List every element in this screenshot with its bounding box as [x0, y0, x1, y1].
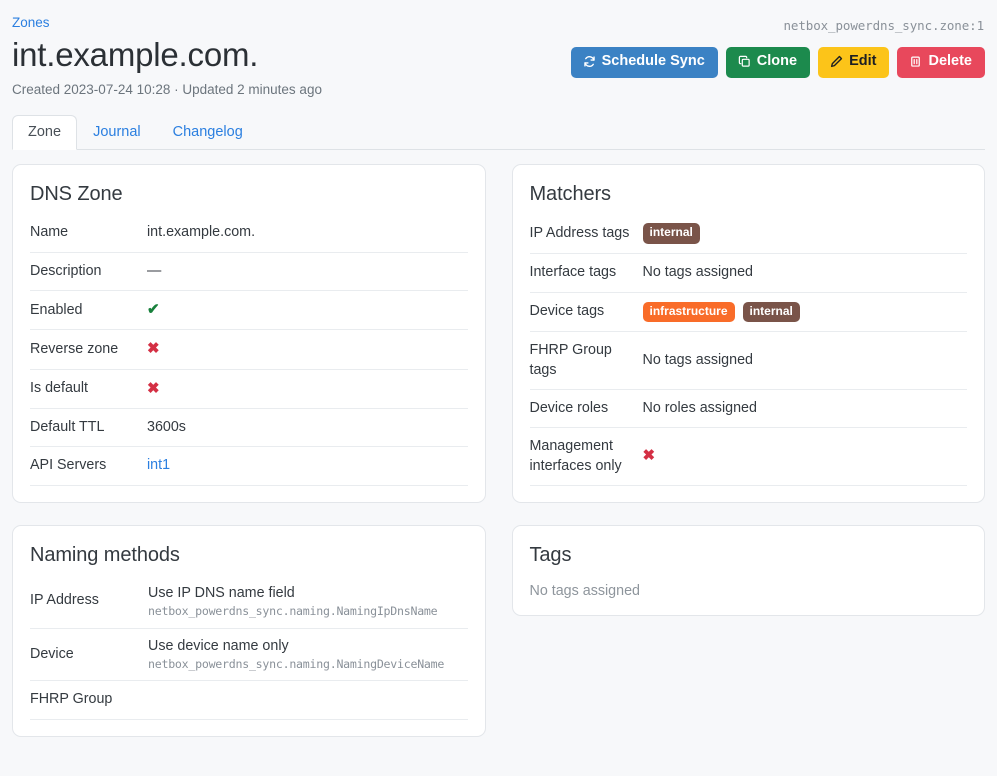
clone-button[interactable]: Clone — [725, 47, 811, 78]
row-value: infrastructure internal — [642, 292, 967, 333]
table-row: Management interfaces only ✖ — [529, 427, 967, 486]
table-row: Name int.example.com. — [30, 220, 468, 253]
row-value: Use IP DNS name field netbox_powerdns_sy… — [148, 580, 468, 629]
created-updated-text: Created 2023-07-24 10:28 · Updated 2 min… — [12, 82, 322, 98]
row-value: ✖ — [642, 427, 967, 486]
left-column: DNS Zone Name int.example.com. Descripti… — [12, 164, 486, 737]
row-label: FHRP Group tags — [529, 331, 643, 390]
table-row: Reverse zone ✖ — [30, 329, 468, 370]
table-row: Device roles No roles assigned — [529, 389, 967, 429]
right-column: Matchers IP Address tags internal Interf… — [511, 164, 985, 616]
row-label: Device — [30, 628, 148, 682]
table-row: Device Use device name only netbox_power… — [30, 628, 468, 682]
row-label: IP Address — [30, 580, 148, 629]
naming-methods-card: Naming methods IP Address Use IP DNS nam… — [12, 524, 486, 737]
row-value: ✖ — [147, 329, 468, 370]
delete-button[interactable]: Delete — [897, 47, 985, 78]
cross-icon: ✖ — [147, 340, 160, 358]
sync-icon — [583, 55, 596, 68]
row-label: API Servers — [30, 446, 147, 486]
page-header: Zones netbox_powerdns_sync.zone:1 int.ex… — [0, 0, 997, 97]
pencil-icon — [830, 55, 843, 68]
api-server-link[interactable]: int1 — [147, 457, 170, 473]
matchers-card-title: Matchers — [529, 183, 612, 206]
table-row: API Servers int1 — [30, 446, 468, 486]
dns-zone-card-title: DNS Zone — [30, 183, 123, 206]
tag-badge[interactable]: infrastructure — [642, 301, 735, 323]
action-buttons: Schedule Sync Clone Edit Delete — [570, 47, 985, 78]
copy-icon — [738, 55, 751, 68]
table-row: FHRP Group tags No tags assigned — [529, 331, 967, 390]
naming-methods-table: IP Address Use IP DNS name field netbox_… — [30, 580, 468, 720]
table-row: Default TTL 3600s — [30, 408, 468, 448]
object-identifier: netbox_powerdns_sync.zone:1 — [783, 18, 985, 33]
tab-zone[interactable]: Zone — [12, 115, 78, 151]
row-value: internal — [642, 220, 967, 255]
check-icon: ✔ — [147, 301, 160, 319]
row-value: Use device name only netbox_powerdns_syn… — [148, 628, 468, 682]
delete-label: Delete — [928, 53, 972, 69]
clone-label: Clone — [756, 53, 798, 69]
tags-card-title: Tags — [529, 543, 572, 566]
row-label: Name — [30, 220, 147, 253]
naming-methods-card-title: Naming methods — [30, 543, 180, 566]
row-value: ✔ — [147, 290, 468, 331]
matchers-table: IP Address tags internal Interface tags … — [529, 220, 967, 486]
table-row: Device tags infrastructure internal — [529, 292, 967, 333]
tab-bar: Zone Journal Changelog — [12, 115, 985, 151]
row-label: IP Address tags — [529, 220, 643, 255]
row-value: 3600s — [147, 408, 468, 448]
naming-method-class: netbox_powerdns_sync.naming.NamingIpDnsN… — [148, 603, 438, 618]
row-value — [148, 680, 468, 720]
naming-method-name: Use IP DNS name field — [148, 584, 295, 601]
row-label: Reverse zone — [30, 329, 147, 370]
row-value: No tags assigned — [642, 253, 967, 293]
tab-journal[interactable]: Journal — [77, 115, 157, 150]
edit-button[interactable]: Edit — [818, 47, 890, 78]
tag-badge[interactable]: internal — [642, 223, 700, 245]
schedule-sync-label: Schedule Sync — [601, 53, 705, 69]
table-row: Interface tags No tags assigned — [529, 253, 967, 293]
tab-changelog[interactable]: Changelog — [157, 115, 259, 150]
table-row: IP Address Use IP DNS name field netbox_… — [30, 580, 468, 629]
row-value: No tags assigned — [642, 331, 967, 390]
trash-icon — [909, 55, 922, 68]
table-row: Description — — [30, 252, 468, 292]
zone-detail-page: Zones netbox_powerdns_sync.zone:1 int.ex… — [0, 0, 997, 776]
tags-card: Tags No tags assigned — [511, 524, 985, 616]
row-label: Enabled — [30, 290, 147, 331]
row-label: Management interfaces only — [529, 427, 643, 486]
table-row: Is default ✖ — [30, 369, 468, 409]
row-label: Device tags — [529, 292, 643, 333]
table-row: Enabled ✔ — [30, 290, 468, 331]
row-label: Default TTL — [30, 408, 147, 448]
table-row: IP Address tags internal — [529, 220, 967, 255]
row-label: Device roles — [529, 389, 643, 429]
tag-badge[interactable]: internal — [742, 301, 800, 323]
cross-icon: ✖ — [147, 379, 160, 397]
row-value: No roles assigned — [642, 389, 967, 429]
naming-method-name: Use device name only — [148, 637, 289, 654]
row-label: Interface tags — [529, 253, 643, 293]
matchers-card: Matchers IP Address tags internal Interf… — [511, 164, 985, 503]
content-grid: DNS Zone Name int.example.com. Descripti… — [0, 150, 997, 737]
breadcrumb-link-zones[interactable]: Zones — [12, 15, 50, 30]
row-label: Description — [30, 252, 147, 292]
row-value: — — [147, 252, 468, 292]
naming-method-class: netbox_powerdns_sync.naming.NamingDevice… — [148, 656, 445, 671]
dns-zone-table: Name int.example.com. Description — Enab… — [30, 220, 468, 486]
cross-icon: ✖ — [642, 447, 656, 465]
edit-label: Edit — [849, 53, 877, 69]
dns-zone-card: DNS Zone Name int.example.com. Descripti… — [12, 164, 486, 503]
table-row: FHRP Group — [30, 680, 468, 720]
row-value: ✖ — [147, 369, 468, 409]
row-value: int1 — [147, 446, 468, 486]
row-label: FHRP Group — [30, 680, 148, 720]
tags-empty-text: No tags assigned — [529, 582, 640, 599]
schedule-sync-button[interactable]: Schedule Sync — [570, 47, 718, 78]
row-label: Is default — [30, 369, 147, 409]
row-value: int.example.com. — [147, 220, 468, 253]
